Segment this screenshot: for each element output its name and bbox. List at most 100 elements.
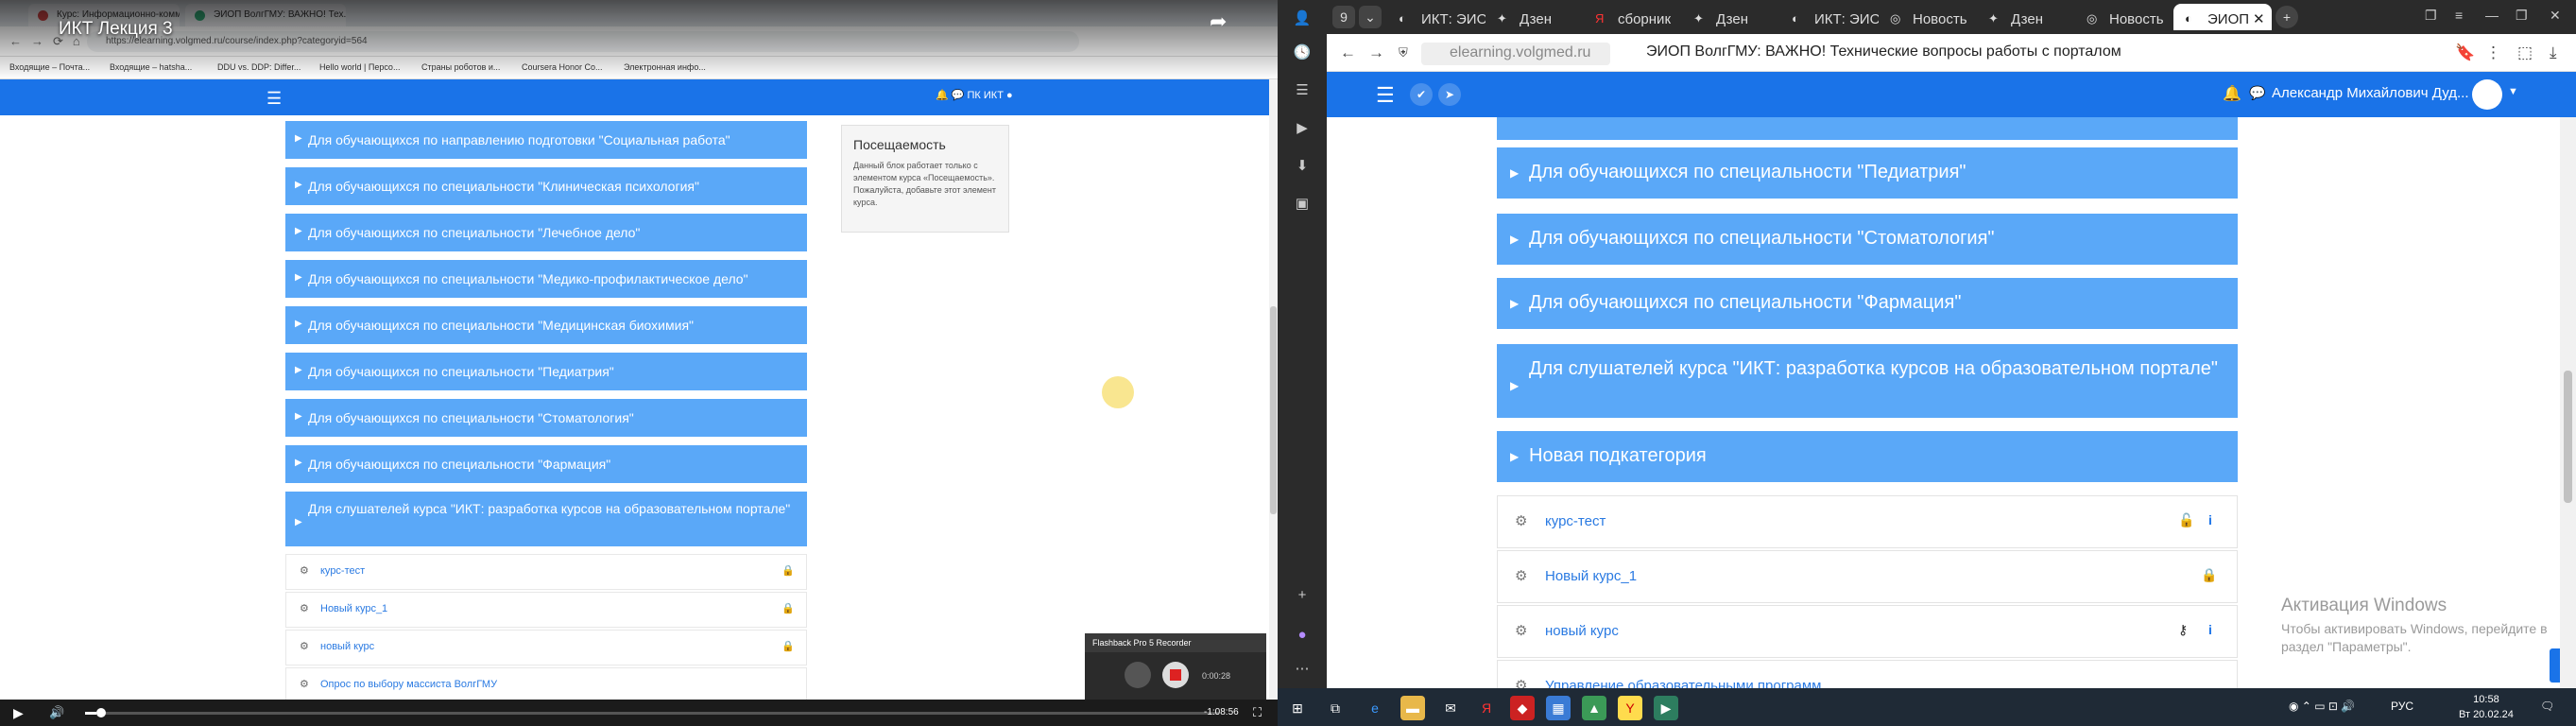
explorer-icon[interactable]: ▬ [1400,696,1425,720]
video-progress-bar[interactable] [85,708,1219,717]
forward-icon[interactable]: → [1368,43,1384,62]
screenshot-icon[interactable]: ▣ [1291,193,1314,216]
tray-icons[interactable]: ◉ ⌃ ▭ ⊡ 🔊 [2289,700,2355,713]
download-icon[interactable]: ⤓ [2550,43,2557,62]
course-row[interactable]: ⚙ курс-тест 🔓 i [1497,495,2238,548]
browser-tab[interactable]: ◎ Новость [2075,4,2173,30]
course-row[interactable]: ⚙ Опрос по выбору массиста ВолгГМУ [285,667,807,703]
browser-tab[interactable]: Ясборник [1584,4,1682,30]
hamburger-icon[interactable]: ☰ [1376,83,1395,108]
notifications-icon[interactable]: 🗨 [2540,700,2554,713]
video-icon[interactable]: ▶ [1291,117,1314,140]
more-icon[interactable]: ⋯ [1291,658,1314,681]
protect-icon[interactable]: ⛨ [1399,45,1408,60]
downloads-icon[interactable]: ⬇ [1291,155,1314,178]
course-row[interactable]: ⚙ новый курс ⚷ i [1497,605,2238,658]
app-icon[interactable]: ◆ [1510,696,1535,720]
chevron-down-icon[interactable]: ▼ [2508,86,2518,97]
category-item[interactable]: ▶ Для обучающихся по специальности "Медиц… [285,306,807,344]
scroll-thumb[interactable] [2564,371,2572,503]
task-view-icon[interactable]: ⧉ [1323,696,1348,720]
bell-icon[interactable]: 🔔 [2223,84,2241,103]
bookmark[interactable]: DDU vs. DDP: Differ... [217,62,301,72]
user-name[interactable]: Александр Михайлович Дуд... [2272,85,2468,101]
category-item[interactable]: ▶ Для обучающихся по специальности "Лечеб… [285,214,807,251]
page-scrollbar[interactable] [2560,117,2576,688]
app-icon[interactable]: ▲ [1582,696,1606,720]
share-icon[interactable]: ➦ [1210,9,1227,34]
category-item[interactable]: ▶ Для обучающихся по специальности "Педиа… [285,353,807,390]
menu-icon[interactable]: ≡ [2455,8,2463,23]
chat-icon[interactable]: 💬 [2249,85,2265,101]
bookmark[interactable]: Страны роботов и... [421,62,500,72]
course-row[interactable]: ⚙ Новый курс_1 🔒 [1497,550,2238,603]
bookmarks-icon[interactable]: ☰ [1291,79,1314,102]
info-icon[interactable]: i [2208,622,2212,637]
vk-icon[interactable]: ✔ [1410,83,1433,106]
hamburger-icon[interactable]: ☰ [266,89,282,109]
tabs-icon[interactable]: ❐ [2425,8,2437,24]
category-item[interactable]: ▶ Для обучающихся по специальности "Медик… [285,260,807,298]
app-icon[interactable]: ▶ [1654,696,1678,720]
start-icon[interactable]: ⊞ [1285,696,1310,720]
back-icon[interactable]: ← [1340,43,1356,62]
tab-counter[interactable]: 9 [1332,6,1355,28]
new-tab-button[interactable]: + [2275,6,2298,28]
profile-icon[interactable]: 👤 [1291,8,1314,30]
bookmark[interactable]: Coursera Honor Co... [522,62,603,72]
category-item[interactable]: ▶ Для обучающихся по специальности "Фарма… [1497,278,2238,329]
close-window-icon[interactable]: ✕ [2550,8,2561,24]
close-tab-icon[interactable]: ✕ [2253,10,2265,27]
category-item[interactable]: ▶ Для слушателей курса "ИКТ: разработка к… [285,492,807,546]
browser-tab[interactable]: ◐ ИКТ: ЭИО [1387,4,1485,30]
avatar[interactable] [2472,79,2502,110]
browser-tab[interactable]: ✦ Дзен [1682,4,1780,30]
language-indicator[interactable]: РУС [2391,700,2413,713]
bookmark[interactable]: Входящие – hatsha... [110,62,192,72]
browser-tab[interactable]: ✦ Дзен [1977,4,2075,30]
browser-tab[interactable]: ◎ Новость [1879,4,1977,30]
url-domain[interactable]: elearning.volgmed.ru [1421,43,1610,65]
category-item[interactable]: ▶ Новая подкатегория [1497,431,2238,482]
pause-button[interactable] [1125,662,1151,688]
store-icon[interactable]: ▦ [1546,696,1571,720]
progress-knob[interactable] [96,708,106,717]
browser-tab-active[interactable]: ◐ ЭИОП ✕ [2173,4,2272,30]
video-nav-user[interactable]: 🔔 💬 ПК ИКТ ● [936,89,1013,101]
bookmark[interactable]: Электронная инфо... [624,62,706,72]
edge-icon[interactable]: e [1363,696,1387,720]
video-tab-2[interactable]: ЭИОП ВолгГМУ: ВАЖНО! Тех... [185,4,346,26]
stop-record-button[interactable] [1162,662,1189,688]
mail-icon[interactable]: ✉ [1438,696,1463,720]
extensions-icon[interactable]: ⬚ [2517,43,2533,62]
browser-tab[interactable]: ✦ Дзен [1485,4,1584,30]
bookmark[interactable]: Входящие – Почта... [9,62,90,72]
category-item[interactable]: ▶ Для обучающихся по специальности "Педиа… [1497,147,2238,199]
add-icon[interactable]: + [1291,584,1314,607]
play-icon[interactable]: ▶ [13,705,24,721]
category-item[interactable]: ▶ Для обучающихся по специальности "Клини… [285,167,807,205]
yandex-icon[interactable]: Я [1474,696,1499,720]
video-url-field[interactable]: https://elearning.volgmed.ru/course/inde… [87,31,1079,52]
yandex-browser-icon[interactable]: Y [1618,696,1642,720]
bookmark[interactable]: Hello world | Персо... [319,62,400,72]
clock[interactable]: 10:58 Вт 20.02.24 [2459,692,2514,722]
info-icon[interactable]: i [2208,512,2212,527]
category-item-partial[interactable] [1497,117,2238,140]
category-item[interactable]: ▶ Для обучающихся по специальности "Фарма… [285,445,807,483]
category-item[interactable]: ▶ Для обучающихся по направлению подготов… [285,121,807,159]
history-icon[interactable]: 🕓 [1291,42,1314,64]
minimize-icon[interactable]: — [2485,8,2499,23]
volume-icon[interactable]: 🔊 [49,705,64,720]
scroll-thumb[interactable] [1270,306,1277,514]
restore-icon[interactable]: ❐ [2516,8,2528,24]
browser-tab[interactable]: ◐ ИКТ: ЭИО [1780,4,1879,30]
telegram-icon[interactable]: ➤ [1438,83,1461,106]
alice-icon[interactable]: ● [1291,624,1314,647]
tab-list-chevron-icon[interactable]: ⌄ [1359,6,1382,28]
category-item[interactable]: ▶ Для обучающихся по специальности "Стома… [1497,214,2238,265]
category-item[interactable]: ▶ Для слушателей курса "ИКТ: разработка к… [1497,344,2238,418]
course-row[interactable]: ⚙ курс-тест 🔒 [285,554,807,590]
category-item[interactable]: ▶ Для обучающихся по специальности "Стома… [285,399,807,437]
video-page-scrollbar[interactable] [1269,79,1278,700]
